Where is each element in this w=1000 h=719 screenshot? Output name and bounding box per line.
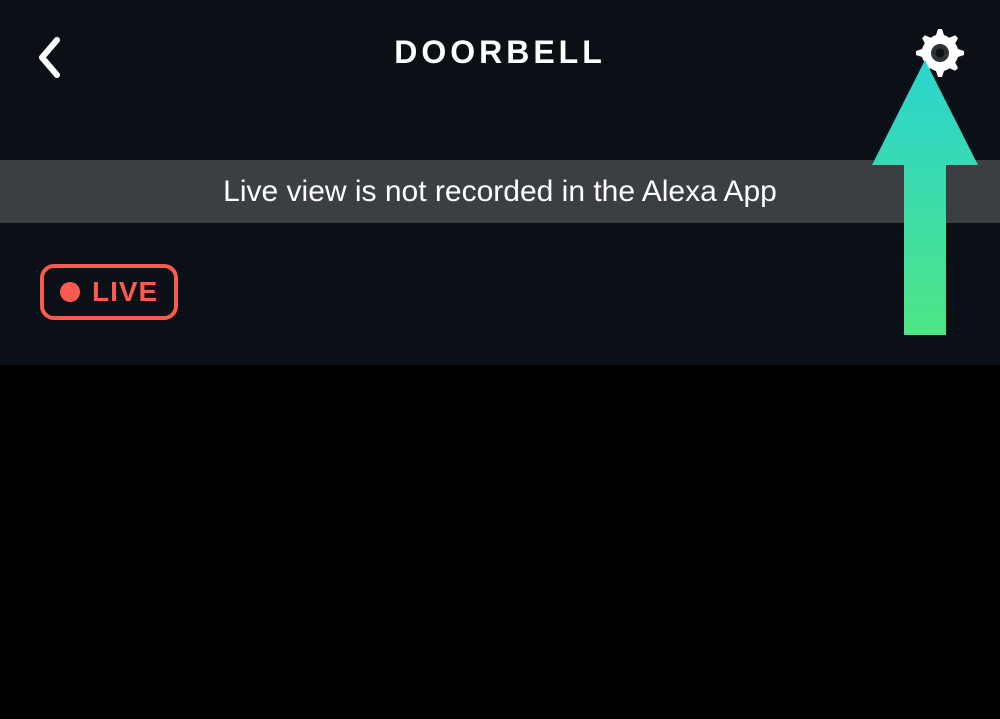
arrow-up-icon bbox=[870, 322, 980, 339]
camera-header-section: DOORBELL Live view is not recorded in th… bbox=[0, 0, 1000, 365]
chevron-left-icon bbox=[35, 67, 65, 84]
back-button[interactable] bbox=[35, 35, 65, 85]
page-title: DOORBELL bbox=[394, 34, 606, 71]
gear-icon bbox=[915, 65, 965, 82]
info-banner: Live view is not recorded in the Alexa A… bbox=[0, 160, 1000, 223]
header-bar: DOORBELL bbox=[0, 0, 1000, 105]
record-dot-icon bbox=[60, 282, 80, 302]
info-banner-text: Live view is not recorded in the Alexa A… bbox=[223, 175, 777, 209]
live-badge-text: LIVE bbox=[92, 276, 158, 308]
live-badge: LIVE bbox=[40, 264, 178, 320]
settings-button[interactable] bbox=[915, 28, 965, 83]
